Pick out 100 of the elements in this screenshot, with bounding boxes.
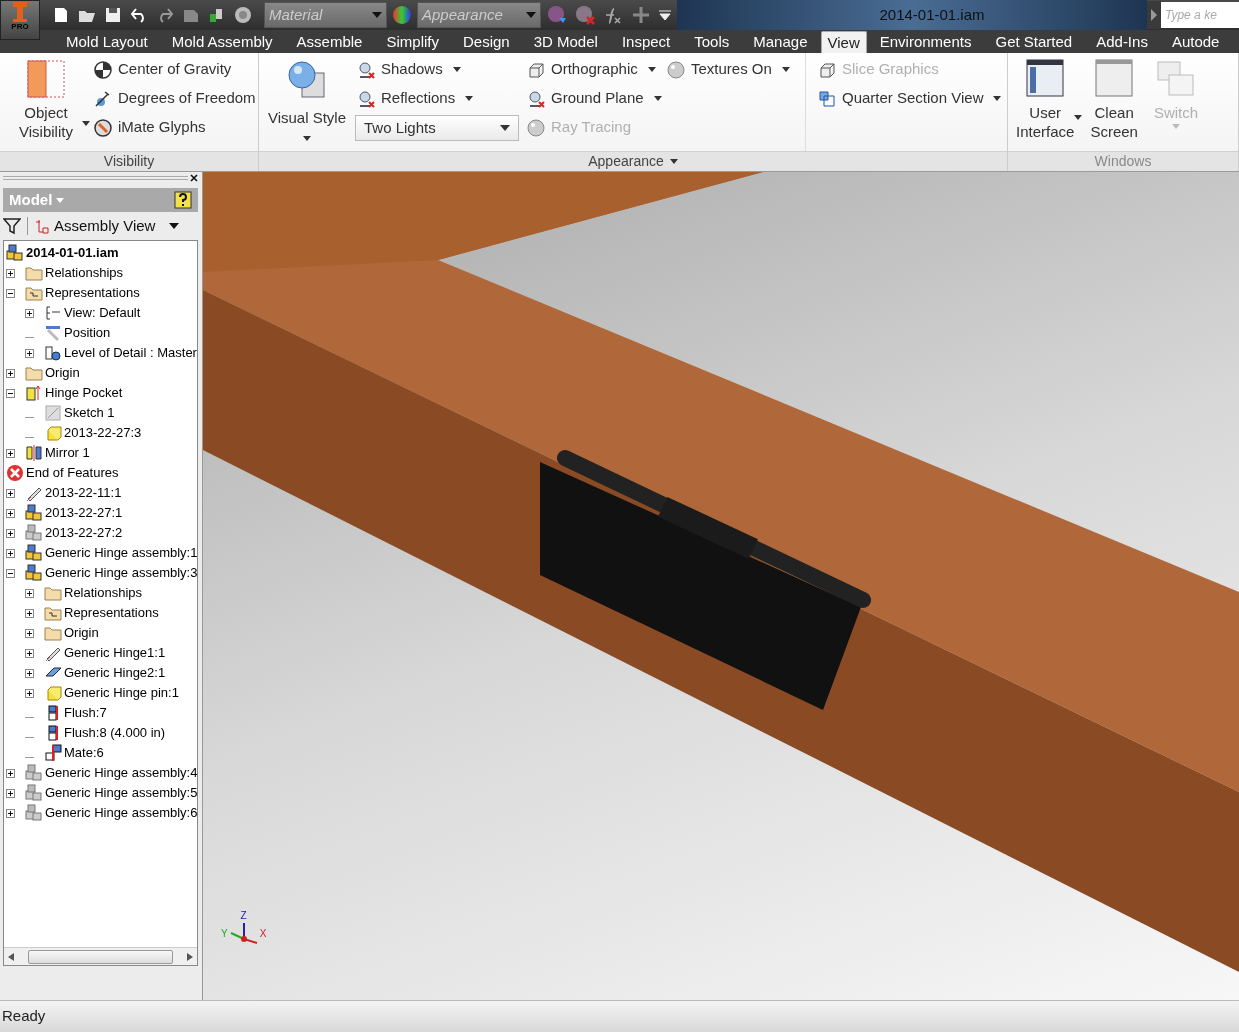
expand-toggle[interactable] bbox=[25, 588, 34, 598]
tree-item[interactable]: Representations bbox=[64, 604, 159, 622]
tree-item[interactable]: Generic Hinge assembly:6 bbox=[45, 804, 197, 822]
ribbon-button[interactable]: Degrees of Freedom bbox=[92, 84, 258, 113]
expand-toggle[interactable] bbox=[6, 548, 15, 558]
tree-item[interactable]: 2013-22-27:3 bbox=[64, 424, 142, 442]
material-ball-button[interactable] bbox=[234, 6, 252, 24]
tree-item[interactable]: Representations bbox=[45, 284, 140, 302]
save-button[interactable] bbox=[104, 6, 122, 24]
tree-item[interactable]: End of Features bbox=[26, 464, 119, 482]
expand-toggle[interactable] bbox=[6, 528, 15, 538]
tree-item[interactable]: Hinge Pocket bbox=[45, 384, 123, 402]
tree-item[interactable]: Position bbox=[64, 324, 111, 342]
tree-item[interactable]: Generic Hinge assembly:4 bbox=[45, 764, 197, 782]
ribbon-tab[interactable]: Mold Assembly bbox=[159, 31, 285, 53]
tree-item[interactable]: 2014-01-01.iam bbox=[26, 244, 119, 262]
expand-toggle[interactable] bbox=[25, 628, 34, 638]
clean-screen-button[interactable]: Clean Screen bbox=[1082, 53, 1146, 151]
tree-item[interactable]: Origin bbox=[64, 624, 99, 642]
tree-item[interactable]: Sketch 1 bbox=[64, 404, 115, 422]
expand-toggle[interactable] bbox=[25, 608, 34, 618]
tree-item[interactable]: Mirror 1 bbox=[45, 444, 90, 462]
ribbon-button[interactable]: Center of Gravity bbox=[92, 55, 258, 84]
tree-item[interactable]: Flush:8 (4.000 in) bbox=[64, 724, 166, 742]
ribbon-button[interactable]: Textures On bbox=[665, 55, 805, 84]
scrollbar-thumb[interactable] bbox=[28, 949, 173, 964]
tree-item[interactable]: Relationships bbox=[64, 584, 143, 602]
tree-item[interactable]: Generic Hinge assembly:5 bbox=[45, 784, 197, 802]
ribbon-tab[interactable]: Add-Ins bbox=[1084, 31, 1160, 53]
tree-item[interactable]: Relationships bbox=[45, 264, 124, 282]
object-visibility-icon bbox=[26, 59, 66, 99]
ribbon-tab[interactable]: Autode bbox=[1159, 31, 1232, 53]
center-of-gravity-icon bbox=[94, 60, 112, 79]
ribbon-tab[interactable]: Inspect bbox=[609, 31, 683, 53]
plus-icon bbox=[26, 609, 33, 617]
ribbon-tab[interactable]: Environments bbox=[867, 31, 984, 53]
ribbon-tab[interactable]: 3D Model bbox=[521, 31, 610, 53]
view-selector[interactable]: Assembly View bbox=[34, 214, 180, 238]
expand-toggle[interactable] bbox=[25, 348, 34, 358]
plus-icon bbox=[7, 269, 14, 277]
object-visibility-button[interactable]: Object Visibility bbox=[0, 53, 92, 151]
help-button[interactable] bbox=[174, 191, 192, 209]
ribbon-button[interactable]: Ground Plane bbox=[525, 84, 665, 113]
plus-icon bbox=[7, 489, 14, 497]
search-field[interactable]: Type a ke bbox=[1161, 2, 1239, 28]
ribbon-tab[interactable]: View bbox=[820, 31, 867, 53]
tree-item[interactable]: Origin bbox=[45, 364, 80, 382]
expand-toggle[interactable] bbox=[6, 808, 15, 818]
expand-toggle[interactable] bbox=[25, 648, 34, 658]
tree-item[interactable]: 2013-22-11:1 bbox=[45, 484, 122, 502]
visual-style-button[interactable]: Visual Style bbox=[259, 53, 355, 151]
user-interface-button[interactable]: User Interface bbox=[1008, 53, 1083, 151]
ribbon-button[interactable]: Reflections bbox=[355, 84, 525, 113]
expand-toggle[interactable] bbox=[6, 488, 15, 498]
status-text: Ready bbox=[2, 1006, 46, 1027]
tree-item[interactable]: Generic Hinge assembly:3 bbox=[45, 564, 197, 582]
ribbon-button[interactable]: Shadows bbox=[355, 55, 525, 84]
tree-item[interactable]: Mate:6 bbox=[64, 744, 104, 762]
expand-toggle[interactable] bbox=[6, 768, 15, 778]
tree-item[interactable]: Generic Hinge1:1 bbox=[64, 644, 166, 662]
tree-item[interactable]: View: Default bbox=[64, 304, 141, 322]
ribbon-tab[interactable]: Manage bbox=[741, 31, 820, 53]
ribbon-tab[interactable]: Design bbox=[450, 31, 522, 53]
axis-triad-icon bbox=[228, 921, 259, 945]
expand-toggle[interactable] bbox=[6, 388, 15, 398]
filter-button[interactable] bbox=[3, 217, 28, 235]
new-file-button[interactable] bbox=[52, 6, 70, 24]
expand-toggle[interactable] bbox=[25, 308, 34, 318]
ribbon-tab[interactable]: Tools bbox=[682, 31, 742, 53]
expand-toggle[interactable] bbox=[6, 288, 15, 298]
tree-item[interactable]: Generic Hinge pin:1 bbox=[64, 684, 179, 702]
shadow-sphere-icon bbox=[357, 60, 375, 79]
expand-toggle[interactable] bbox=[6, 448, 15, 458]
expand-toggle[interactable] bbox=[6, 508, 15, 518]
assembly-icon bbox=[6, 244, 24, 262]
ribbon-tab[interactable]: Get Started bbox=[983, 31, 1085, 53]
tree-item[interactable]: 2013-22-27:1 bbox=[45, 504, 123, 522]
ribbon-button[interactable]: Orthographic bbox=[525, 55, 665, 84]
ribbon-button[interactable]: iMate Glyphs bbox=[92, 113, 258, 142]
tree-item[interactable]: Generic Hinge assembly:1 bbox=[45, 544, 197, 562]
scroll-right-icon bbox=[187, 952, 193, 961]
expand-toggle[interactable] bbox=[6, 268, 15, 278]
ribbon-tab[interactable]: Assemble bbox=[284, 31, 375, 53]
lighting-dropdown[interactable]: Two Lights bbox=[355, 115, 519, 141]
expand-toggle[interactable] bbox=[6, 368, 15, 378]
expand-toggle[interactable] bbox=[6, 568, 15, 578]
ribbon-tab[interactable]: Simplify bbox=[374, 31, 451, 53]
ribbon-tab[interactable]: Mold Layout bbox=[54, 31, 160, 53]
tree-item[interactable]: Flush:7 bbox=[64, 704, 107, 722]
tree-item[interactable]: 2013-22-27:2 bbox=[45, 524, 123, 542]
close-button[interactable] bbox=[190, 174, 198, 182]
expand-toggle[interactable] bbox=[25, 688, 34, 698]
ribbon-button[interactable]: Quarter Section View bbox=[816, 84, 1005, 113]
tree-item[interactable]: Level of Detail : Master bbox=[64, 344, 197, 362]
tree-item[interactable]: Generic Hinge2:1 bbox=[64, 664, 166, 682]
expand-toggle[interactable] bbox=[25, 668, 34, 678]
expand-toggle[interactable] bbox=[6, 788, 15, 798]
panel-title: Windows bbox=[1094, 152, 1152, 171]
degrees-of-freedom-icon bbox=[94, 89, 112, 108]
quarter-section-icon bbox=[818, 89, 836, 108]
